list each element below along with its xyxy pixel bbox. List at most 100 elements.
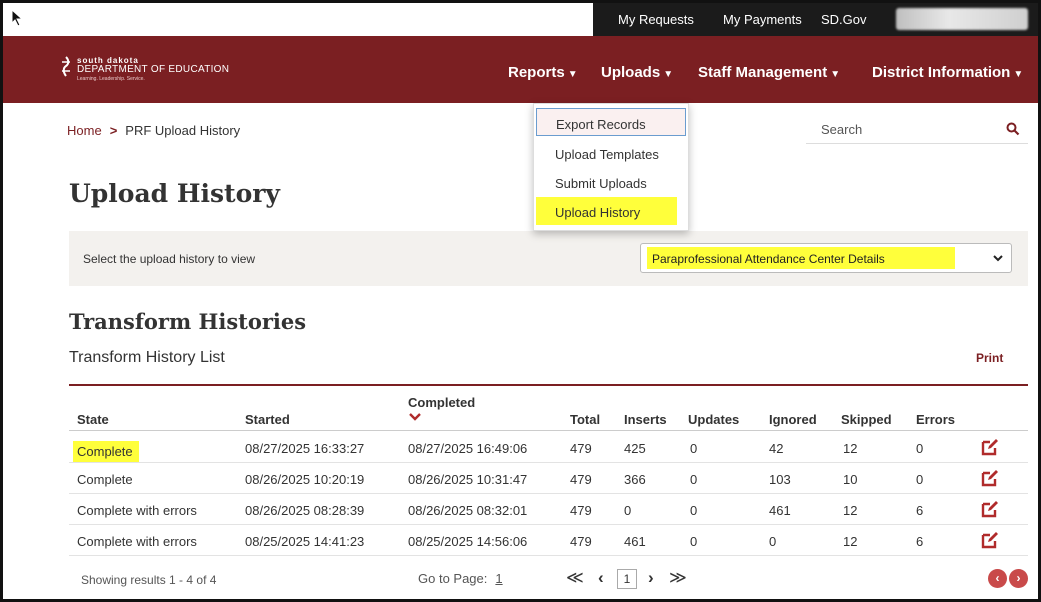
logo-tagline: Learning. Leadership. Service. (77, 76, 145, 82)
print-link[interactable]: Print (976, 351, 1003, 365)
breadcrumb: Home > PRF Upload History (67, 123, 240, 138)
edit-icon[interactable] (981, 531, 999, 549)
history-type-select[interactable]: Paraprofessional Attendance Center Detai… (640, 243, 1012, 273)
table-header-divider (69, 430, 1028, 431)
nav-staff-management[interactable]: Staff Management ▼ (698, 64, 840, 81)
cell-total: 479 (570, 534, 592, 549)
column-header-skipped[interactable]: Skipped (841, 412, 892, 427)
cell-total: 479 (570, 472, 592, 487)
utility-bar: My Requests My Payments SD.Gov (3, 3, 1038, 36)
cell-skipped: 12 (843, 503, 858, 518)
cell-errors: 6 (916, 534, 924, 549)
nav-district-information-label: District Information (872, 64, 1011, 81)
go-to-page: Go to Page: 1 (418, 571, 503, 586)
user-account-blurred[interactable] (896, 8, 1028, 30)
column-header-ignored[interactable]: Ignored (769, 412, 817, 427)
cell-state: Complete with errors (77, 503, 197, 518)
sd-gov-link[interactable]: SD.Gov (821, 12, 867, 27)
history-selector-panel: Select the upload history to view Parapr… (69, 231, 1028, 286)
column-header-completed-label: Completed (408, 395, 476, 410)
column-header-completed[interactable]: Completed (408, 395, 476, 421)
go-to-page-input[interactable]: 1 (495, 571, 502, 586)
nav-reports-label: Reports (508, 64, 565, 81)
caret-down-icon: ▼ (663, 69, 674, 80)
history-selector-label: Select the upload history to view (83, 252, 256, 266)
table-row: Complete with errors 08/26/2025 08:28:39… (69, 495, 1028, 525)
cell-total: 479 (570, 503, 592, 518)
column-header-inserts[interactable]: Inserts (624, 412, 667, 427)
section-title: Transform Histories (69, 309, 307, 334)
breadcrumb-home[interactable]: Home (67, 123, 102, 138)
cell-completed: 08/27/2025 16:49:06 (408, 441, 528, 456)
edit-icon[interactable] (981, 500, 999, 518)
results-count: Showing results 1 - 4 of 4 (81, 573, 217, 587)
search-input[interactable]: Search (806, 116, 1028, 144)
section-divider (69, 384, 1028, 386)
column-header-total[interactable]: Total (570, 412, 600, 427)
prev-circle-icon[interactable]: ‹ (988, 569, 1007, 588)
cell-state: Complete (73, 441, 139, 462)
cell-updates: 0 (690, 441, 698, 456)
nav-uploads-label: Uploads (601, 64, 661, 81)
cell-ignored: 0 (769, 534, 777, 549)
nav-district-information[interactable]: District Information ▼ (872, 64, 1023, 81)
edit-icon[interactable] (981, 469, 999, 487)
uploads-dropdown-menu: Export Records Upload Templates Submit U… (533, 103, 689, 231)
cell-errors: 6 (916, 503, 924, 518)
table-row: Complete 08/27/2025 16:33:27 08/27/2025 … (69, 433, 1028, 463)
cell-errors: 0 (916, 441, 924, 456)
cell-total: 479 (570, 441, 592, 456)
next-circle-icon[interactable]: › (1009, 569, 1028, 588)
cell-inserts: 366 (624, 472, 646, 487)
page-title: Upload History (69, 179, 280, 208)
nav-reports[interactable]: Reports ▼ (508, 64, 578, 81)
current-page-button[interactable]: 1 (617, 569, 637, 589)
edit-icon[interactable] (981, 438, 999, 456)
caret-down-icon: ▼ (830, 69, 841, 80)
cell-updates: 0 (690, 472, 698, 487)
cell-state: Complete (77, 472, 133, 487)
column-header-state[interactable]: State (77, 412, 109, 427)
cell-inserts: 461 (624, 534, 646, 549)
cell-inserts: 0 (624, 503, 632, 518)
cell-errors: 0 (916, 472, 924, 487)
browser-frame: My Requests My Payments SD.Gov south dak… (0, 0, 1041, 602)
cursor-arrow-icon (11, 9, 24, 27)
cell-ignored: 461 (769, 503, 791, 518)
menu-item-submit-uploads[interactable]: Submit Uploads (536, 168, 686, 196)
caret-down-icon: ▼ (1013, 69, 1024, 80)
search-icon[interactable] (1006, 122, 1020, 136)
column-header-started[interactable]: Started (245, 412, 290, 427)
my-payments-link[interactable]: My Payments (723, 12, 802, 27)
prev-page-icon[interactable]: ‹ (598, 568, 604, 588)
nav-uploads[interactable]: Uploads ▼ (601, 64, 673, 81)
cell-started: 08/26/2025 08:28:39 (245, 503, 365, 518)
menu-item-export-records[interactable]: Export Records (536, 108, 686, 136)
chevron-down-icon (993, 255, 1003, 262)
cell-skipped: 12 (843, 441, 858, 456)
first-page-icon[interactable]: ≪ (566, 568, 584, 588)
my-requests-link[interactable]: My Requests (618, 12, 694, 27)
last-page-icon[interactable]: ≫ (669, 568, 687, 588)
cell-completed: 08/26/2025 10:31:47 (408, 472, 528, 487)
breadcrumb-current: PRF Upload History (125, 123, 241, 138)
main-navigation: south dakota DEPARTMENT OF EDUCATION Lea… (3, 36, 1038, 103)
column-header-errors[interactable]: Errors (916, 412, 955, 427)
cell-updates: 0 (690, 534, 698, 549)
cell-started: 08/27/2025 16:33:27 (245, 441, 365, 456)
menu-item-upload-history[interactable]: Upload History (536, 197, 677, 225)
cell-ignored: 103 (769, 472, 791, 487)
list-title: Transform History List (69, 349, 225, 366)
cell-skipped: 12 (843, 534, 858, 549)
menu-item-upload-templates[interactable]: Upload Templates (536, 139, 686, 167)
cell-updates: 0 (690, 503, 698, 518)
cell-state: Complete with errors (77, 534, 197, 549)
sort-chevron-icon[interactable] (408, 412, 422, 421)
breadcrumb-separator-icon: > (109, 123, 118, 138)
cell-completed: 08/26/2025 08:32:01 (408, 503, 528, 518)
table-row: Complete 08/26/2025 10:20:19 08/26/2025 … (69, 464, 1028, 494)
next-page-icon[interactable]: › (648, 568, 654, 588)
cell-skipped: 10 (843, 472, 858, 487)
column-header-updates[interactable]: Updates (688, 412, 739, 427)
cell-ignored: 42 (769, 441, 784, 456)
